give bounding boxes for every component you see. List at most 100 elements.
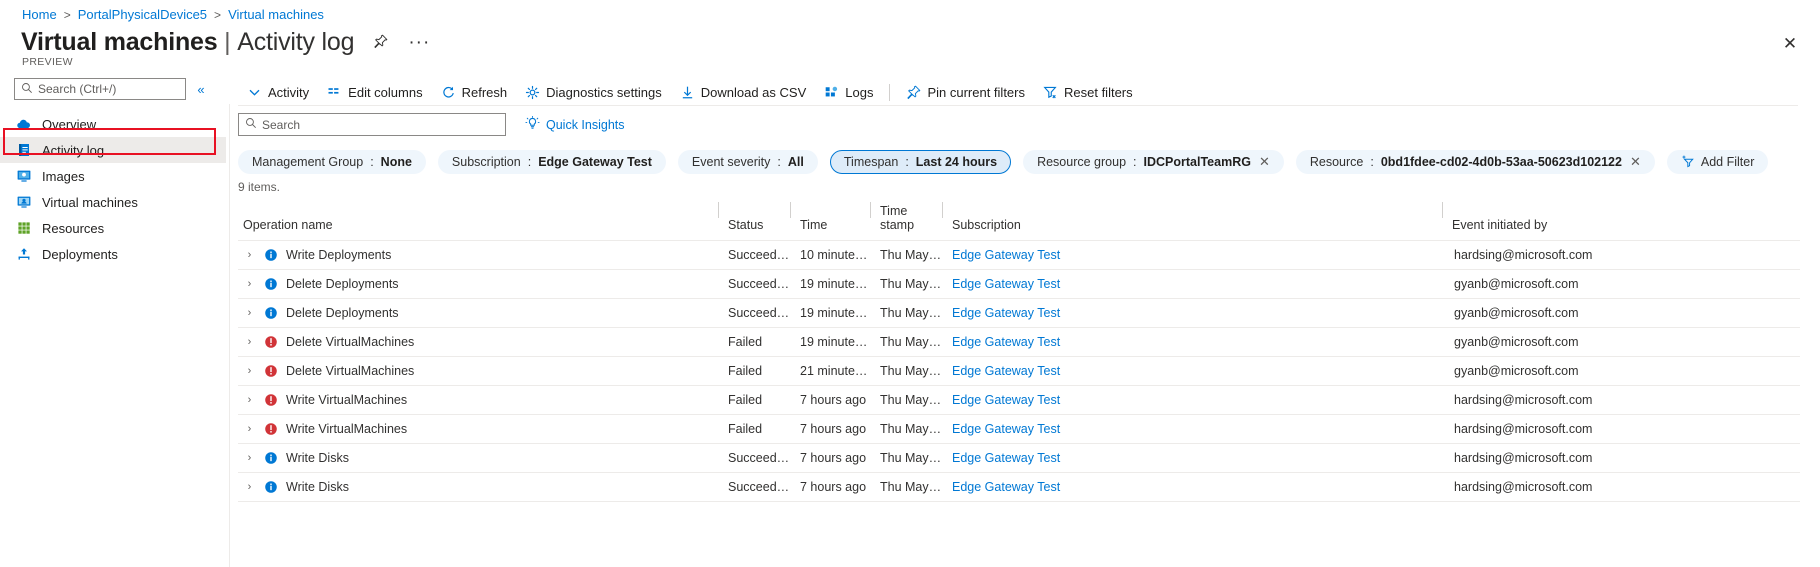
sidebar-search-box[interactable] — [14, 78, 186, 100]
filter-pill-key: Subscription — [451, 155, 521, 169]
subscription-link[interactable]: Edge Gateway Test — [952, 306, 1060, 320]
sidebar-item-deployments[interactable]: Deployments — [0, 241, 226, 267]
cell-event-initiated-by: hardsing@microsoft.com — [1442, 240, 1800, 270]
sidebar-item-resources[interactable]: Resources — [0, 215, 226, 241]
expand-row-icon[interactable]: › — [243, 423, 256, 435]
cell-status: Failed — [718, 385, 790, 415]
table-row[interactable]: › Delete Deployments Succeeded 19 minutes .… — [238, 269, 1800, 299]
pin-button[interactable] — [367, 30, 393, 56]
subscription-link[interactable]: Edge Gateway Test — [952, 393, 1060, 407]
grid-search-input[interactable] — [262, 117, 482, 132]
table-row[interactable]: › Delete Deployments Succeeded 19 minutes .… — [238, 298, 1800, 328]
expand-row-icon[interactable]: › — [243, 336, 256, 348]
cell-subscription: Edge Gateway Test — [942, 240, 1442, 270]
sidebar-item-label: Deployments — [42, 246, 118, 262]
expand-row-icon[interactable]: › — [243, 278, 256, 290]
column-header-status[interactable]: Status — [718, 199, 790, 241]
download-csv-button[interactable]: Download as CSV — [671, 82, 816, 103]
expand-row-icon[interactable]: › — [243, 452, 256, 464]
remove-filter-icon[interactable]: ✕ — [1630, 154, 1641, 170]
expand-row-icon[interactable]: › — [243, 307, 256, 319]
filter-pill-row: Management Group : None Subscription : E… — [238, 150, 1769, 174]
subscription-link[interactable]: Edge Gateway Test — [952, 335, 1060, 349]
add-filter-button[interactable]: Add Filter — [1666, 150, 1769, 174]
table-row[interactable]: › Write VirtualMachines Failed 7 hours ago T… — [238, 385, 1800, 415]
filter-pill-timespan[interactable]: Timespan : Last 24 hours — [829, 150, 1012, 174]
grid-search-box[interactable] — [238, 113, 506, 136]
cell-event-initiated-by: gyanb@microsoft.com — [1442, 298, 1800, 328]
cell-operation-name: › Delete VirtualMachines — [238, 356, 718, 386]
sidebar-item-label: Activity log — [42, 142, 105, 158]
diagnostics-settings-button[interactable]: Diagnostics settings — [516, 82, 671, 103]
remove-filter-icon[interactable]: ✕ — [1259, 154, 1270, 170]
table-row[interactable]: › Write Deployments Succeeded 10 minutes ..… — [238, 240, 1800, 270]
column-header-time[interactable]: Time — [790, 199, 870, 241]
page-title-resource: Virtual machines — [21, 28, 218, 56]
search-icon — [245, 117, 257, 132]
subscription-link[interactable]: Edge Gateway Test — [952, 277, 1060, 291]
info-icon — [264, 451, 278, 465]
breadcrumb-item-home[interactable]: Home — [22, 7, 57, 22]
close-icon: ✕ — [1782, 34, 1798, 53]
expand-row-icon[interactable]: › — [243, 394, 256, 406]
sidebar-collapse-button[interactable]: « — [192, 82, 210, 97]
status-badge: Failed — [728, 335, 763, 349]
filter-pill-management-group[interactable]: Management Group : None — [238, 150, 426, 174]
cell-time-stamp: Thu May 27... — [870, 472, 942, 502]
breadcrumb-separator: > — [214, 7, 222, 22]
edit-columns-button[interactable]: Edit columns — [318, 82, 431, 103]
subscription-link[interactable]: Edge Gateway Test — [952, 364, 1060, 378]
cell-operation-name: › Write VirtualMachines — [238, 385, 718, 415]
subscription-link[interactable]: Edge Gateway Test — [952, 480, 1060, 494]
cell-event-initiated-by: hardsing@microsoft.com — [1442, 414, 1800, 444]
sidebar-item-virtual-machines[interactable]: Virtual machines — [0, 189, 226, 215]
logs-icon — [824, 85, 839, 100]
subscription-link[interactable]: Edge Gateway Test — [952, 451, 1060, 465]
breadcrumb-item-virtual-machines[interactable]: Virtual machines — [228, 7, 324, 22]
cell-time: 10 minutes ... — [790, 240, 870, 270]
table-row[interactable]: › Write Disks Succeeded 7 hours ago Thu May … — [238, 472, 1800, 502]
table-row[interactable]: › Write Disks Succeeded 7 hours ago Thu May … — [238, 443, 1800, 473]
filter-pill-subscription[interactable]: Subscription : Edge Gateway Test — [437, 150, 666, 174]
close-button[interactable]: ✕ — [1776, 30, 1804, 58]
cell-operation-name: › Write VirtualMachines — [238, 414, 718, 444]
column-header-event-initiated-by[interactable]: Event initiated by — [1442, 199, 1800, 241]
column-header-subscription[interactable]: Subscription — [942, 199, 1442, 241]
reset-filters-button[interactable]: Reset filters — [1034, 82, 1142, 103]
pin-current-filters-button[interactable]: Pin current filters — [897, 82, 1034, 103]
status-badge: Failed — [728, 422, 763, 436]
expand-row-icon[interactable]: › — [243, 249, 256, 261]
page-title-separator: | — [224, 28, 231, 56]
activity-button[interactable]: Activity — [238, 82, 318, 103]
sidebar-item-activity-log[interactable]: Activity log — [0, 137, 226, 163]
column-header-operation-name[interactable]: Operation name — [238, 199, 718, 241]
page-title-row: Virtual machines | Activity log ··· — [21, 28, 432, 57]
sidebar-item-images[interactable]: Images — [0, 163, 226, 189]
refresh-button[interactable]: Refresh — [432, 82, 517, 103]
filter-pill-event-severity[interactable]: Event severity : All — [677, 150, 818, 174]
expand-row-icon[interactable]: › — [243, 481, 256, 493]
columns-icon — [327, 85, 342, 100]
logs-button[interactable]: Logs — [815, 82, 882, 103]
sidebar-search-input[interactable] — [38, 82, 168, 96]
error-icon — [264, 393, 278, 407]
quick-insights-button[interactable]: Quick Insights — [525, 115, 625, 134]
more-options-button[interactable]: ··· — [406, 30, 432, 56]
filter-top-row: Quick Insights — [238, 113, 1768, 136]
subscription-link[interactable]: Edge Gateway Test — [952, 422, 1060, 436]
table-row[interactable]: › Write VirtualMachines Failed 7 hours ago T… — [238, 414, 1800, 444]
filter-pill-resource-group[interactable]: Resource group : IDCPortalTeamRG ✕ — [1023, 150, 1284, 174]
table-row[interactable]: › Delete VirtualMachines Failed 19 minutes … — [238, 327, 1800, 357]
sidebar-item-overview[interactable]: Overview — [0, 111, 226, 137]
filter-pill-resource[interactable]: Resource : 0bd1fdee-cd02-4d0b-53aa-50623… — [1295, 150, 1655, 174]
column-header-time-stamp[interactable]: Time stamp — [870, 199, 942, 241]
cell-event-initiated-by: gyanb@microsoft.com — [1442, 269, 1800, 299]
expand-row-icon[interactable]: › — [243, 365, 256, 377]
cell-time: 19 minutes ... — [790, 327, 870, 357]
breadcrumb-item-portalphysicaldevice5[interactable]: PortalPhysicalDevice5 — [78, 7, 207, 22]
add-filter-icon — [1681, 154, 1695, 171]
filter-pill-key: Event severity — [691, 155, 771, 169]
table-row[interactable]: › Delete VirtualMachines Failed 21 minutes … — [238, 356, 1800, 386]
subscription-link[interactable]: Edge Gateway Test — [952, 248, 1060, 262]
cell-time: 7 hours ago — [790, 414, 870, 444]
